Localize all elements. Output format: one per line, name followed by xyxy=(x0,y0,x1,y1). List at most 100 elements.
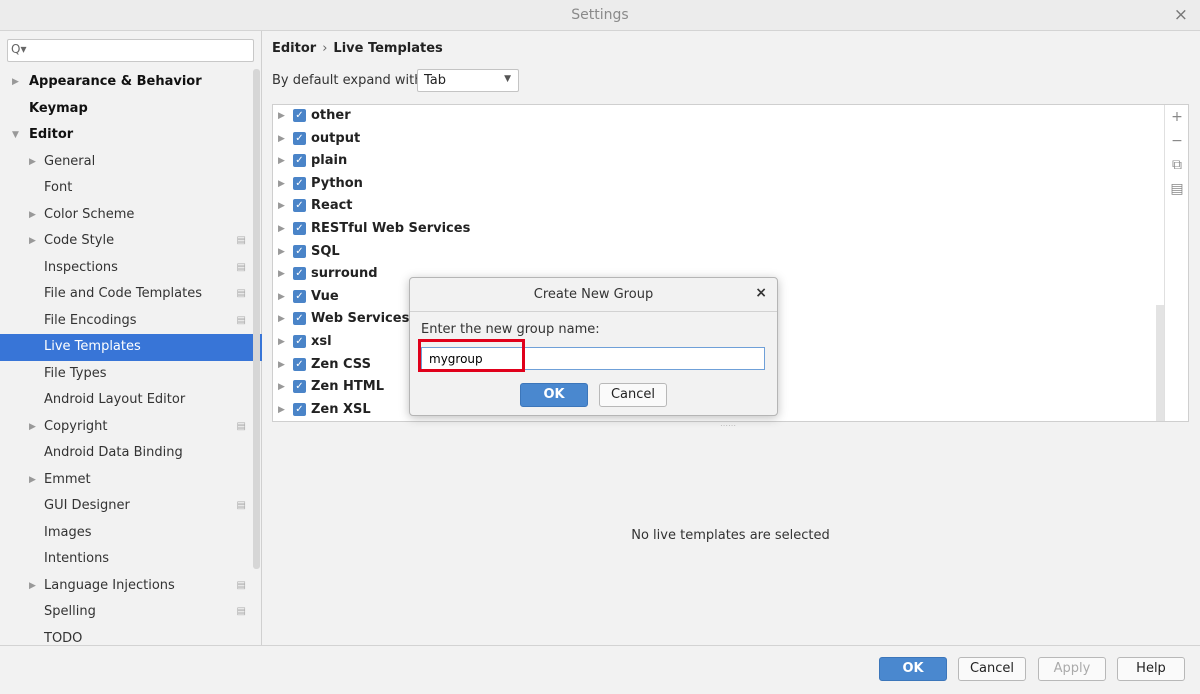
expand-arrow-icon[interactable]: ▶ xyxy=(12,69,19,95)
collapse-arrow-icon[interactable]: ▼ xyxy=(12,122,19,148)
expand-arrow-icon[interactable]: ▶ xyxy=(278,218,285,240)
settings-search-box[interactable]: Q▾ xyxy=(7,39,254,62)
sidebar-item-color-scheme[interactable]: ▶ Color Scheme xyxy=(0,202,262,229)
sidebar-item-appearance-behavior[interactable]: ▶ Appearance & Behavior xyxy=(0,69,262,96)
sidebar-item-android-layout-editor[interactable]: Android Layout Editor xyxy=(0,387,262,414)
sidebar-item-live-templates[interactable]: Live Templates xyxy=(0,334,262,361)
expand-arrow-icon[interactable]: ▶ xyxy=(29,414,36,440)
project-scope-icon: ▤ xyxy=(236,314,246,326)
sidebar-item-copyright[interactable]: ▶ Copyright ▤ xyxy=(0,414,262,441)
expand-arrow-icon[interactable]: ▶ xyxy=(278,128,285,150)
group-enabled-checkbox[interactable]: ✓ xyxy=(293,357,306,371)
sidebar-item-images[interactable]: Images xyxy=(0,520,262,547)
sidebar-item-editor[interactable]: ▼ Editor xyxy=(0,122,262,149)
sidebar-item-label: Android Data Binding xyxy=(44,445,183,460)
close-window-icon[interactable]: × xyxy=(1174,5,1188,25)
cancel-button[interactable]: Cancel xyxy=(958,657,1026,681)
copy-icon[interactable]: ⧉ xyxy=(1165,153,1189,177)
expand-arrow-icon[interactable]: ▶ xyxy=(29,149,36,175)
project-scope-icon: ▤ xyxy=(236,500,246,511)
sidebar-item-label: Code Style xyxy=(44,233,115,248)
sidebar-scrollbar[interactable] xyxy=(253,69,260,569)
expand-arrow-icon[interactable]: ▶ xyxy=(278,286,285,308)
dropdown-arrow-icon: ▼ xyxy=(504,74,511,84)
sidebar-item-general[interactable]: ▶ General xyxy=(0,149,262,176)
groups-toolbar: + − ⧉ ▤ xyxy=(1164,105,1188,421)
sidebar-item-label: GUI Designer xyxy=(44,498,130,513)
expand-arrow-icon[interactable]: ▶ xyxy=(278,376,285,398)
group-enabled-checkbox[interactable]: ✓ xyxy=(293,221,306,235)
sidebar-item-emmet[interactable]: ▶ Emmet xyxy=(0,467,262,494)
project-scope-icon: ▤ xyxy=(236,606,246,617)
group-name-input[interactable] xyxy=(421,347,765,370)
sidebar-item-file-types[interactable]: File Types xyxy=(0,361,262,388)
sidebar-item-file-code-templates[interactable]: File and Code Templates ▤ xyxy=(0,281,262,308)
expand-arrow-icon[interactable]: ▶ xyxy=(278,331,285,353)
group-enabled-checkbox[interactable]: ✓ xyxy=(293,312,306,326)
ok-button[interactable]: OK xyxy=(879,657,947,681)
template-group-row[interactable]: ▶ ✓ React xyxy=(273,195,1165,218)
expand-with-select[interactable]: Tab ▼ xyxy=(417,69,519,92)
template-group-row[interactable]: ▶ ✓ SQL xyxy=(273,241,1165,264)
dialog-ok-button[interactable]: OK xyxy=(520,383,588,407)
template-group-row[interactable]: ▶ ✓ output xyxy=(273,128,1165,151)
group-enabled-checkbox[interactable]: ✓ xyxy=(293,289,306,303)
sidebar-item-label: TODO xyxy=(44,630,83,646)
breadcrumb-parent[interactable]: Editor xyxy=(272,41,316,56)
sidebar-item-keymap[interactable]: Keymap xyxy=(0,96,262,123)
group-enabled-checkbox[interactable]: ✓ xyxy=(293,402,306,416)
add-icon[interactable]: + xyxy=(1165,105,1189,129)
sidebar-item-intentions[interactable]: Intentions xyxy=(0,546,262,573)
expand-arrow-icon[interactable]: ▶ xyxy=(278,105,285,127)
template-group-row[interactable]: ▶ ✓ plain xyxy=(273,150,1165,173)
sidebar-item-inspections[interactable]: Inspections ▤ xyxy=(0,255,262,282)
expand-arrow-icon[interactable]: ▶ xyxy=(278,308,285,330)
template-group-label: Python xyxy=(311,175,363,191)
breadcrumb: Editor › Live Templates xyxy=(272,41,443,56)
dialog-cancel-button[interactable]: Cancel xyxy=(599,383,667,407)
restore-defaults-icon[interactable]: ▤ xyxy=(1165,177,1189,201)
sidebar-item-label: Android Layout Editor xyxy=(44,392,186,407)
group-enabled-checkbox[interactable]: ✓ xyxy=(293,176,306,190)
expand-arrow-icon[interactable]: ▶ xyxy=(29,467,36,493)
expand-arrow-icon[interactable]: ▶ xyxy=(29,228,36,254)
sidebar-item-spelling[interactable]: Spelling ▤ xyxy=(0,599,262,626)
settings-search-input[interactable] xyxy=(32,42,250,59)
expand-arrow-icon[interactable]: ▶ xyxy=(278,354,285,376)
sidebar-item-file-encodings[interactable]: File Encodings ▤ xyxy=(0,308,262,335)
group-enabled-checkbox[interactable]: ✓ xyxy=(293,380,306,394)
expand-arrow-icon[interactable]: ▶ xyxy=(278,150,285,172)
template-group-row[interactable]: ▶ ✓ RESTful Web Services xyxy=(273,218,1165,241)
project-scope-icon: ▤ xyxy=(236,261,246,273)
help-button[interactable]: Help xyxy=(1117,657,1185,681)
group-enabled-checkbox[interactable]: ✓ xyxy=(293,131,306,145)
expand-arrow-icon[interactable]: ▶ xyxy=(278,195,285,217)
expand-arrow-icon[interactable]: ▶ xyxy=(29,573,36,599)
group-enabled-checkbox[interactable]: ✓ xyxy=(293,267,306,281)
group-enabled-checkbox[interactable]: ✓ xyxy=(293,199,306,213)
template-group-row[interactable]: ▶ ✓ Python xyxy=(273,173,1165,196)
expand-arrow-icon[interactable]: ▶ xyxy=(278,399,285,421)
search-icon[interactable]: Q▾ xyxy=(11,42,26,56)
group-enabled-checkbox[interactable]: ✓ xyxy=(293,244,306,258)
splitter-handle-icon[interactable]: ⋯⋯ xyxy=(720,421,736,430)
sidebar-item-code-style[interactable]: ▶ Code Style ▤ xyxy=(0,228,262,255)
sidebar-item-font[interactable]: Font xyxy=(0,175,262,202)
expand-arrow-icon[interactable]: ▶ xyxy=(278,263,285,285)
template-group-row[interactable]: ▶ ✓ other xyxy=(273,105,1165,128)
groups-list-scrollbar[interactable] xyxy=(1156,305,1164,421)
sidebar-item-gui-designer[interactable]: GUI Designer ▤ xyxy=(0,493,262,520)
expand-with-label: By default expand with xyxy=(272,73,423,88)
expand-arrow-icon[interactable]: ▶ xyxy=(278,173,285,195)
sidebar-item-android-data-binding[interactable]: Android Data Binding xyxy=(0,440,262,467)
sidebar-item-label: Language Injections xyxy=(44,577,175,593)
dialog-close-icon[interactable]: × xyxy=(755,285,767,301)
expand-arrow-icon[interactable]: ▶ xyxy=(29,202,36,228)
expand-arrow-icon[interactable]: ▶ xyxy=(278,241,285,263)
group-enabled-checkbox[interactable]: ✓ xyxy=(293,334,306,348)
group-enabled-checkbox[interactable]: ✓ xyxy=(293,154,306,168)
remove-icon[interactable]: − xyxy=(1165,129,1189,153)
apply-button[interactable]: Apply xyxy=(1038,657,1106,681)
sidebar-item-language-injections[interactable]: ▶ Language Injections ▤ xyxy=(0,573,262,600)
group-enabled-checkbox[interactable]: ✓ xyxy=(293,109,306,122)
